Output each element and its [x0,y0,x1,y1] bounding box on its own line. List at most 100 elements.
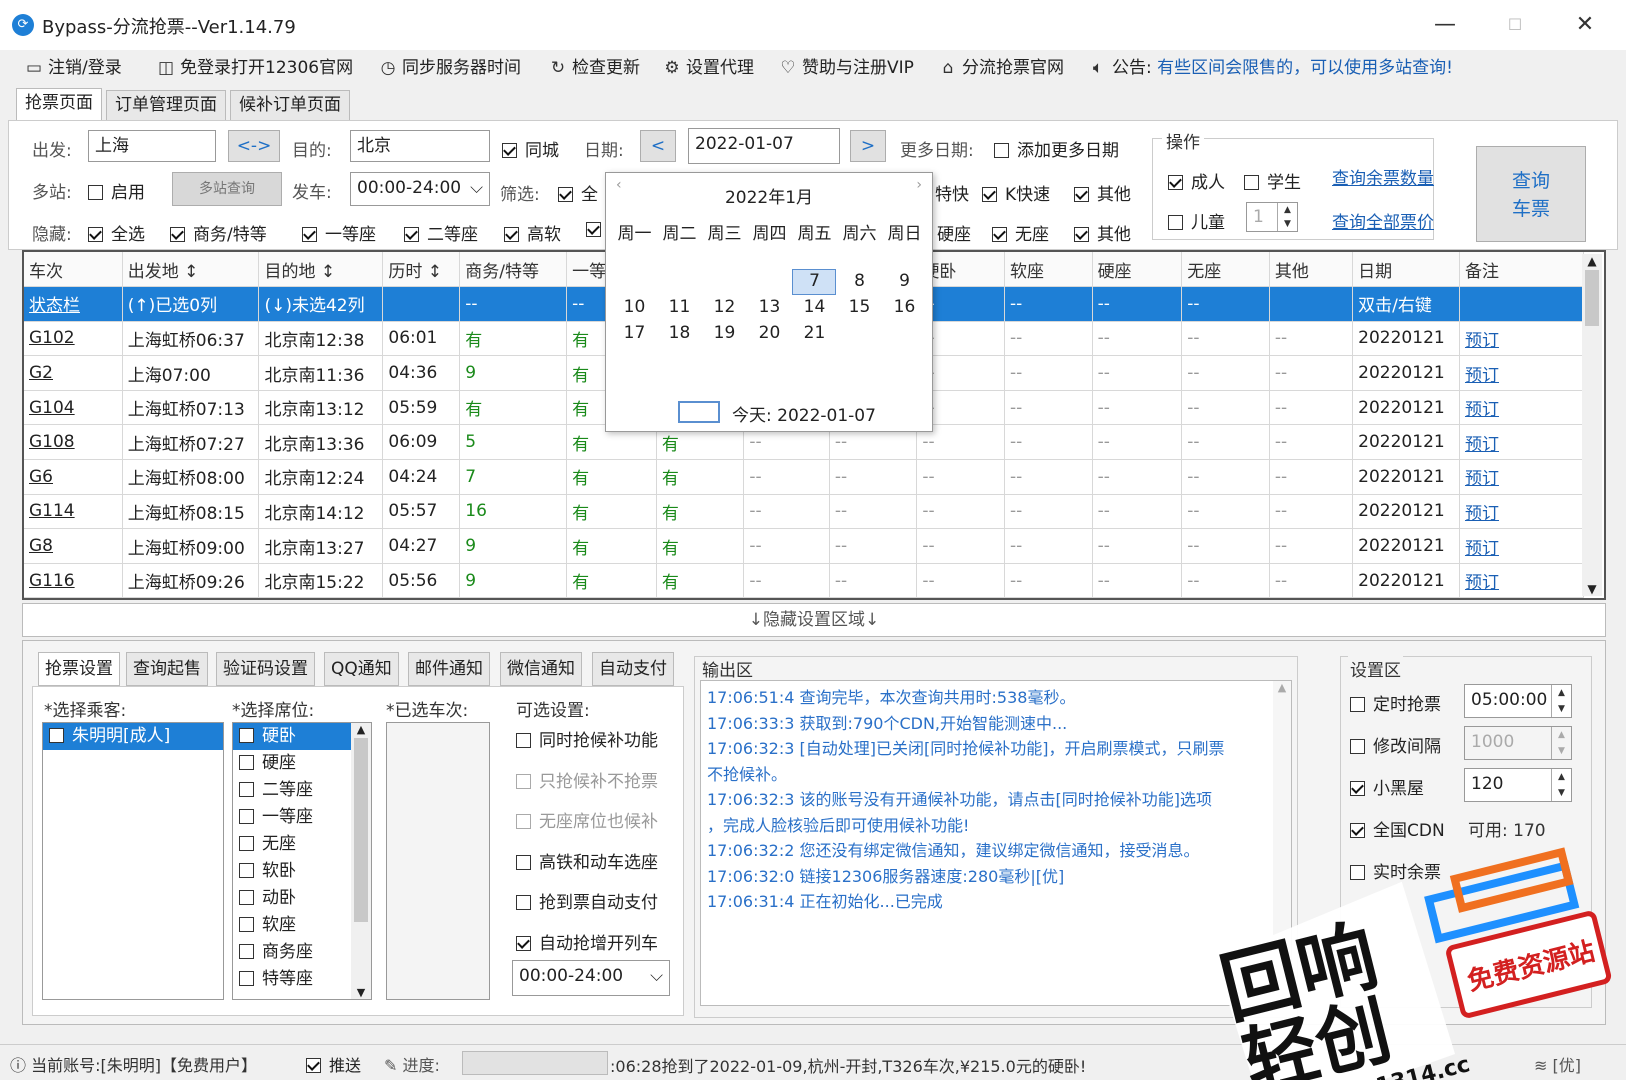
tab-waitlist[interactable]: 候补订单页面 [230,90,350,120]
stepper-arrows-icon[interactable]: ▲ ▼ [1551,727,1571,759]
login-toolbar-button[interactable]: ▭ 注销/登录 [24,52,122,84]
cal-day[interactable]: 20 [747,323,792,343]
col-soft-seat[interactable]: 软座 [1004,252,1093,288]
col-duration[interactable]: 历时 ↕ [382,252,461,288]
table-row[interactable]: G114 上海虹桥08:15 北京南14:12 05:57 16 有有 -- -- -- -- --… [24,494,1585,530]
hide-all-checkbox[interactable]: 全选 [88,220,145,245]
option-checkbox[interactable]: 高铁和动车选座 [516,848,658,873]
cal-day[interactable]: 15 [837,297,882,317]
query-tickets-button[interactable]: 查询 车票 [1476,146,1586,242]
col-to[interactable]: 目的地 ↕ [258,252,384,288]
timed-grab-checkbox[interactable]: 定时抢票 [1350,690,1441,715]
book-link[interactable]: 预订 [1459,563,1585,598]
seat-checkbox[interactable] [239,782,254,797]
blackroom-input[interactable]: 120 ▲ ▼ [1464,768,1572,802]
next-date-button[interactable]: > [850,130,886,162]
tab-orders[interactable]: 订单管理页面 [106,90,226,120]
col-no-seat[interactable]: 无座 [1181,252,1270,288]
seat-checkbox[interactable] [239,728,254,743]
seat-item[interactable]: 二等座 [233,777,351,804]
close-button[interactable]: ✕ [1550,6,1620,44]
blackroom-checkbox[interactable]: 小黑屋 [1350,774,1424,799]
table-row[interactable]: G116 上海虹桥09:26 北京南15:22 05:56 9 有有 -- -- -- -- -- -… [24,563,1585,598]
scroll-up-icon[interactable]: ▲ [351,723,371,736]
btab-wechat[interactable]: 微信通知 [500,652,582,686]
table-row[interactable]: G8 上海虹桥09:00 北京南13:27 04:27 9 有有 -- -- -- -- -- -- -… [24,528,1585,564]
seat-item[interactable]: 软卧 [233,858,351,885]
seat-checkbox[interactable] [239,755,254,770]
col-hard-seat[interactable]: 硬座 [1092,252,1183,288]
col-note[interactable]: 备注 [1459,252,1585,288]
query-remaining-link[interactable]: 查询余票数量 [1332,164,1434,189]
passenger-item[interactable]: 朱明明[成人] [43,723,223,750]
hide-first-class-checkbox[interactable]: 一等座 [302,220,376,245]
filter-other-checkbox[interactable]: 其他 [1074,180,1131,205]
cal-next-month-icon[interactable]: › [916,177,922,193]
cal-day[interactable]: 18 [657,323,702,343]
seat-scrollbar[interactable]: ▲ ▼ [351,723,371,999]
book-link[interactable]: 预订 [1459,355,1585,391]
scroll-up-icon[interactable]: ▲ [1273,681,1291,694]
hide-business-checkbox[interactable]: 商务/特等 [170,220,267,245]
table-row[interactable]: G6 上海虹桥08:00 北京南12:24 04:24 7 有有 -- -- -- -- -- -- -… [24,459,1585,495]
cal-day[interactable]: 11 [657,297,702,317]
seat-item[interactable]: 特等座 [233,966,351,993]
from-station-input[interactable]: 上海 [88,130,216,162]
hide-other-checkbox[interactable]: 其他 [1074,220,1131,245]
adult-checkbox[interactable]: 成人 [1168,168,1225,193]
cal-day[interactable]: 13 [747,297,792,317]
scroll-down-icon[interactable]: ▼ [1582,582,1602,596]
cal-day[interactable]: 12 [702,297,747,317]
col-train[interactable]: 车次 [24,252,123,288]
sync-time-button[interactable]: ◷ 同步服务器时间 [378,52,521,84]
hide-wuzuo-checkbox[interactable]: 无座 [992,220,1049,245]
col-other[interactable]: 其他 [1269,252,1354,288]
stepper-arrows-icon[interactable]: ▲ ▼ [1277,203,1297,231]
option-checkbox[interactable]: 自动抢增开列车 [516,929,658,954]
cal-day[interactable]: 14 [792,297,837,317]
book-link[interactable]: 预订 [1459,459,1585,495]
modify-interval-checkbox[interactable]: 修改间隔 [1350,732,1441,757]
official-site-button[interactable]: ⌂ 分流抢票官网 [938,52,1064,84]
cal-today-link[interactable]: 今天: 2022-01-07 [732,401,876,426]
btab-qq[interactable]: QQ通知 [324,652,399,686]
timed-grab-time-input[interactable]: 05:00:00 ▲ ▼ [1464,684,1572,718]
scroll-thumb[interactable] [1585,270,1599,326]
option-checkbox[interactable]: 抢到票自动支付 [516,888,658,913]
tab-ticket[interactable]: 抢票页面 [16,88,102,120]
national-cdn-checkbox[interactable]: 全国CDN [1350,816,1445,841]
push-checkbox[interactable]: 推送 [306,1052,361,1076]
hide-second-class-checkbox[interactable]: 二等座 [404,220,478,245]
col-date[interactable]: 日期 [1352,252,1460,288]
seat-checkbox[interactable] [239,971,254,986]
cal-day[interactable]: 16 [882,297,927,317]
sponsor-vip-button[interactable]: ♡ 赞助与注册VIP [778,52,914,84]
seat-item[interactable]: 硬卧 [233,723,351,750]
scroll-down-icon[interactable]: ▼ [351,986,371,999]
seat-checkbox[interactable] [239,944,254,959]
book-link[interactable]: 预订 [1459,424,1585,461]
multi-station-enable-checkbox[interactable]: 启用 [88,178,145,203]
seat-checkbox[interactable] [239,917,254,932]
btab-query-sale[interactable]: 查询起售 [126,652,208,686]
cal-day[interactable]: 10 [612,297,657,317]
book-link[interactable]: 预订 [1459,494,1585,530]
col-business[interactable]: 商务/特等 [459,252,568,288]
cal-day[interactable]: 19 [702,323,747,343]
open-12306-button[interactable]: ◫ 免登录打开12306官网 [156,52,353,84]
btab-autopay[interactable]: 自动支付 [592,652,674,686]
minimize-button[interactable]: — [1410,6,1480,44]
prev-date-button[interactable]: < [640,130,676,162]
cal-day[interactable]: 8 [837,271,882,291]
seat-item[interactable]: 一等座 [233,804,351,831]
cal-day[interactable]: 9 [882,271,927,291]
option-checkbox[interactable]: 无座席位也候补 [516,807,658,832]
proxy-settings-button[interactable]: ⚙ 设置代理 [662,52,754,84]
cal-day[interactable]: 21 [792,323,837,343]
btab-captcha[interactable]: 验证码设置 [216,652,315,686]
cal-day[interactable]: 17 [612,323,657,343]
swap-stations-button[interactable]: <-> [228,130,280,162]
btab-email[interactable]: 邮件通知 [408,652,490,686]
seat-item[interactable]: 动卧 [233,885,351,912]
realtime-remaining-checkbox[interactable]: 实时余票 [1350,858,1441,883]
